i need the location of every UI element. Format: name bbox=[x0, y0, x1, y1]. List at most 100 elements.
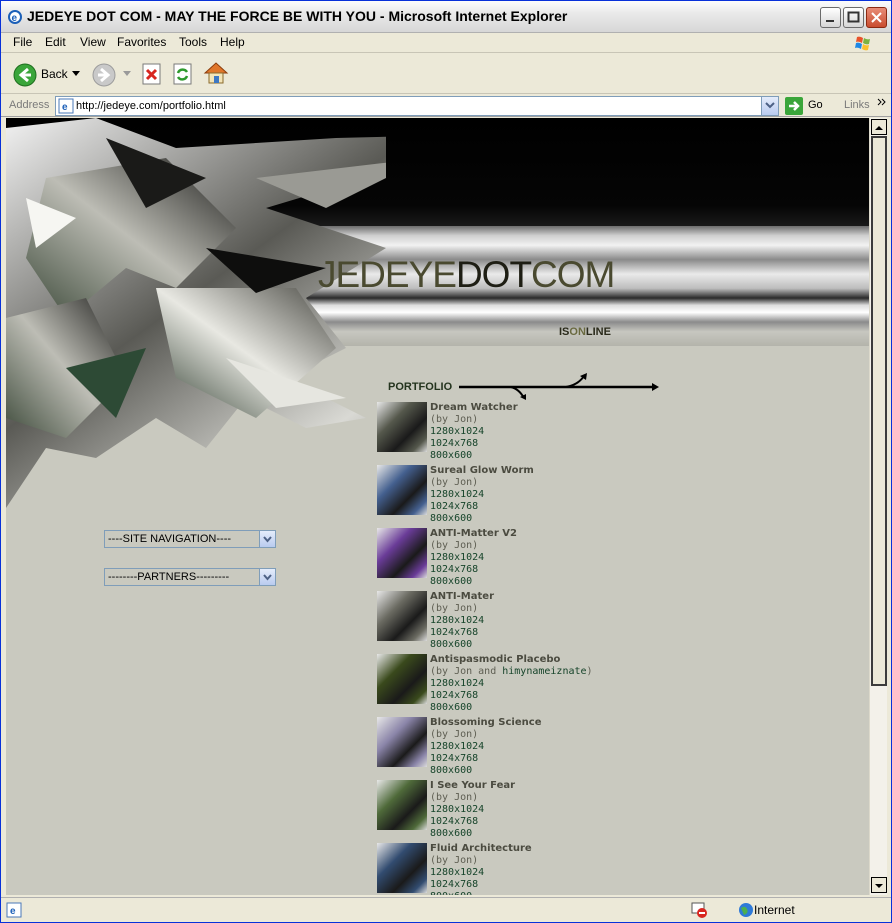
portfolio-item-text: Sureal Glow Worm (by Jon) 1280x1024 1024x76… bbox=[430, 465, 534, 525]
resolution-link[interactable]: 800x600 bbox=[430, 513, 534, 525]
resolution-link[interactable]: 1024x768 bbox=[430, 627, 494, 639]
portfolio-thumbnail[interactable] bbox=[377, 528, 427, 578]
resolution-link[interactable]: 1280x1024 bbox=[430, 804, 515, 816]
portfolio-item-text: Dream Watcher (by Jon) 1280x1024 1024x768 80… bbox=[430, 402, 518, 462]
forward-dropdown-icon[interactable] bbox=[123, 71, 131, 77]
links-label[interactable]: Links bbox=[844, 99, 870, 111]
portfolio-title[interactable]: Fluid Architecture bbox=[430, 843, 532, 855]
resolution-link[interactable]: 800x600 bbox=[430, 891, 532, 895]
resolution-link[interactable]: 1280x1024 bbox=[430, 741, 541, 753]
resolution-link[interactable]: 1024x768 bbox=[430, 816, 515, 828]
portfolio-arrow-icon bbox=[459, 373, 659, 400]
portfolio-title[interactable]: I See Your Fear bbox=[430, 780, 515, 792]
portfolio-title[interactable]: ANTI-Mater bbox=[430, 591, 494, 603]
close-button[interactable] bbox=[866, 7, 887, 28]
portfolio-item-text: ANTI-Mater (by Jon) 1280x1024 1024x768 800x6… bbox=[430, 591, 494, 651]
portfolio-item-text: Fluid Architecture (by Jon) 1280x1024 1024x… bbox=[430, 843, 532, 895]
tag-line: LINE bbox=[585, 326, 611, 338]
portfolio-thumbnail[interactable] bbox=[377, 591, 427, 641]
back-arrow-icon[interactable] bbox=[13, 63, 37, 87]
svg-text:e: e bbox=[10, 906, 16, 917]
chrome-sculpture-image bbox=[6, 118, 386, 508]
scroll-thumb[interactable] bbox=[871, 136, 887, 686]
back-button-label[interactable]: Back bbox=[41, 67, 68, 81]
author-suffix: ) bbox=[586, 666, 593, 677]
resolution-link[interactable]: 1024x768 bbox=[430, 690, 593, 702]
portfolio-author: (by Jon) bbox=[430, 792, 479, 803]
menu-tools[interactable]: Tools bbox=[179, 35, 207, 49]
chevron-down-icon bbox=[765, 102, 775, 109]
partners-dropdown[interactable] bbox=[259, 569, 275, 585]
resolution-link[interactable]: 1024x768 bbox=[430, 564, 517, 576]
portfolio-item-text: ANTI-Matter V2 (by Jon) 1280x1024 1024x768 8… bbox=[430, 528, 517, 588]
home-icon[interactable] bbox=[203, 61, 229, 85]
portfolio-thumbnail[interactable] bbox=[377, 843, 427, 893]
scroll-down-button[interactable] bbox=[871, 877, 887, 893]
portfolio-item: Dream Watcher (by Jon) 1280x1024 1024x768 80… bbox=[377, 402, 697, 462]
address-input[interactable]: e http://jedeye.com/portfolio.html bbox=[55, 96, 779, 116]
site-navigation-dropdown[interactable] bbox=[259, 531, 275, 547]
portfolio-title[interactable]: Dream Watcher bbox=[430, 402, 518, 414]
address-label: Address bbox=[9, 99, 50, 111]
portfolio-title[interactable]: Antispasmodic Placebo bbox=[430, 654, 593, 666]
menu-help[interactable]: Help bbox=[220, 35, 245, 49]
portfolio-item: ANTI-Mater (by Jon) 1280x1024 1024x768 800x6… bbox=[377, 591, 697, 651]
resolution-link[interactable]: 1280x1024 bbox=[430, 867, 532, 879]
menu-file[interactable]: File bbox=[13, 35, 32, 49]
menu-edit[interactable]: Edit bbox=[45, 35, 66, 49]
address-dropdown[interactable] bbox=[761, 97, 778, 115]
maximize-button[interactable] bbox=[843, 7, 864, 28]
portfolio-title[interactable]: Sureal Glow Worm bbox=[430, 465, 534, 477]
ie-icon: e bbox=[8, 10, 22, 24]
resolution-link[interactable]: 1280x1024 bbox=[430, 489, 534, 501]
portfolio-thumbnail[interactable] bbox=[377, 465, 427, 515]
portfolio-thumbnail[interactable] bbox=[377, 654, 427, 704]
resolution-link[interactable]: 800x600 bbox=[430, 765, 541, 777]
resolution-link[interactable]: 1024x768 bbox=[430, 438, 518, 450]
portfolio-author: (by Jon) bbox=[430, 729, 479, 740]
refresh-icon[interactable] bbox=[172, 63, 194, 85]
portfolio-title[interactable]: Blossoming Science bbox=[430, 717, 541, 729]
resolution-link[interactable]: 800x600 bbox=[430, 639, 494, 651]
go-label: Go bbox=[808, 99, 823, 111]
resolution-link[interactable]: 1280x1024 bbox=[430, 552, 517, 564]
resolution-link[interactable]: 1024x768 bbox=[430, 879, 532, 891]
partners-select[interactable]: --------PARTNERS--------- bbox=[104, 568, 276, 586]
go-button[interactable]: Go bbox=[785, 97, 835, 115]
forward-arrow-icon[interactable] bbox=[92, 63, 116, 87]
menu-favorites[interactable]: Favorites bbox=[117, 35, 166, 49]
scroll-up-button[interactable] bbox=[871, 119, 887, 135]
maximize-icon bbox=[847, 11, 860, 23]
resolution-link[interactable]: 1024x768 bbox=[430, 501, 534, 513]
resolution-link[interactable]: 800x600 bbox=[430, 576, 517, 588]
back-dropdown-icon[interactable] bbox=[72, 71, 80, 77]
menu-view[interactable]: View bbox=[80, 35, 106, 49]
portfolio-thumbnail[interactable] bbox=[377, 780, 427, 830]
ie-window: e JEDEYE DOT COM - MAY THE FORCE BE WITH… bbox=[0, 0, 892, 923]
resolution-link[interactable]: 1024x768 bbox=[430, 753, 541, 765]
resolution-link[interactable]: 800x600 bbox=[430, 828, 515, 840]
resolution-link[interactable]: 800x600 bbox=[430, 450, 518, 462]
site-logo: JEDEYEDOTCOM bbox=[318, 254, 615, 296]
portfolio-item: Antispasmodic Placebo (by Jon and himynam… bbox=[377, 654, 697, 714]
portfolio-item-text: I See Your Fear (by Jon) 1280x1024 1024x768… bbox=[430, 780, 515, 840]
chevron-right-icon[interactable] bbox=[877, 98, 887, 108]
author-link[interactable]: himynameiznate bbox=[502, 666, 586, 677]
portfolio-author: (by Jon) bbox=[430, 414, 479, 425]
resolution-link[interactable]: 1280x1024 bbox=[430, 426, 518, 438]
minimize-button[interactable] bbox=[820, 7, 841, 28]
tag-is: IS bbox=[559, 326, 570, 338]
popup-blocked-icon[interactable] bbox=[690, 901, 708, 919]
resolution-link[interactable]: 1280x1024 bbox=[430, 615, 494, 627]
logo-part-jedeye: JEDEYE bbox=[318, 254, 457, 295]
resolution-link[interactable]: 800x600 bbox=[430, 702, 593, 714]
stop-icon[interactable] bbox=[141, 63, 163, 85]
portfolio-thumbnail[interactable] bbox=[377, 717, 427, 767]
site-navigation-value: ----SITE NAVIGATION---- bbox=[108, 533, 232, 545]
portfolio-author: (by Jon) bbox=[430, 477, 479, 488]
portfolio-title[interactable]: ANTI-Matter V2 bbox=[430, 528, 517, 540]
site-navigation-select[interactable]: ----SITE NAVIGATION---- bbox=[104, 530, 276, 548]
vertical-scrollbar[interactable] bbox=[869, 118, 887, 895]
portfolio-thumbnail[interactable] bbox=[377, 402, 427, 452]
resolution-link[interactable]: 1280x1024 bbox=[430, 678, 593, 690]
